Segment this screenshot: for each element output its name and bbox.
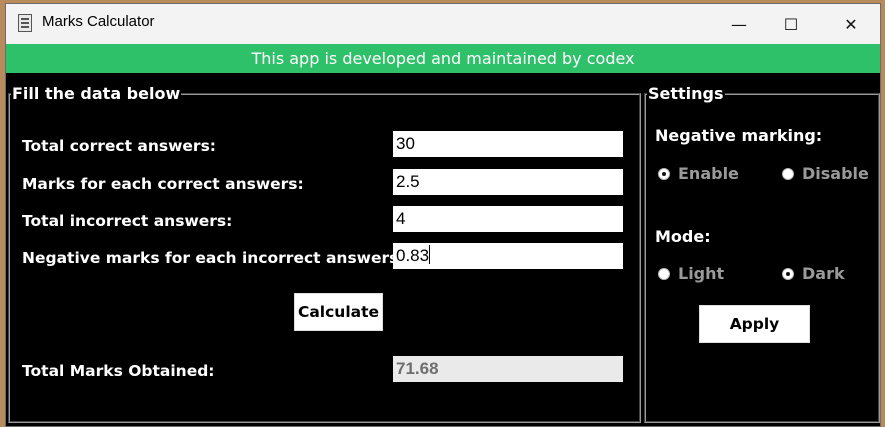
minimize-button[interactable]: — <box>716 4 762 44</box>
enable-radio[interactable]: Enable <box>658 164 739 183</box>
close-button[interactable]: ✕ <box>828 4 874 44</box>
disable-radio[interactable]: Disable <box>782 164 869 183</box>
correct-answers-label: Total correct answers: <box>22 137 216 155</box>
apply-button[interactable]: Apply <box>699 305 810 343</box>
radio-selected-icon <box>658 167 670 180</box>
radio-unselected-icon <box>782 167 794 180</box>
disable-radio-label: Disable <box>802 164 869 183</box>
total-marks-output: 71.68 <box>393 356 623 382</box>
light-mode-label: Light <box>678 264 725 283</box>
app-window: Marks Calculator — ☐ ✕ This app is devel… <box>5 3 881 427</box>
notepad-icon <box>18 14 32 32</box>
radio-unselected-icon <box>658 267 670 280</box>
radio-selected-icon <box>782 267 794 280</box>
calculate-button[interactable]: Calculate <box>294 293 383 331</box>
maximize-button[interactable]: ☐ <box>768 4 814 44</box>
settings-legend: Settings <box>648 84 724 103</box>
negative-marks-input[interactable]: 0.83 <box>393 243 623 269</box>
developer-banner: This app is developed and maintained by … <box>6 44 880 73</box>
correct-answers-input[interactable]: 30 <box>393 131 623 157</box>
text-caret <box>429 245 431 264</box>
dark-mode-label: Dark <box>802 264 845 283</box>
incorrect-answers-input[interactable]: 4 <box>393 206 623 232</box>
negative-marks-label: Negative marks for each incorrect answer… <box>22 249 405 267</box>
dark-mode-radio[interactable]: Dark <box>782 264 845 283</box>
marks-each-label: Marks for each correct answers: <box>22 175 304 193</box>
marks-each-input[interactable]: 2.5 <box>393 169 623 195</box>
negative-marks-value: 0.83 <box>396 246 430 265</box>
data-entry-legend: Fill the data below <box>12 84 181 103</box>
incorrect-answers-label: Total incorrect answers: <box>22 212 233 230</box>
title-bar[interactable]: Marks Calculator — ☐ ✕ <box>6 4 880 44</box>
negative-marking-label: Negative marking: <box>655 126 823 145</box>
total-marks-label: Total Marks Obtained: <box>22 362 215 380</box>
mode-label: Mode: <box>655 227 711 246</box>
window-title: Marks Calculator <box>42 13 155 30</box>
enable-radio-label: Enable <box>678 164 739 183</box>
light-mode-radio[interactable]: Light <box>658 264 724 283</box>
